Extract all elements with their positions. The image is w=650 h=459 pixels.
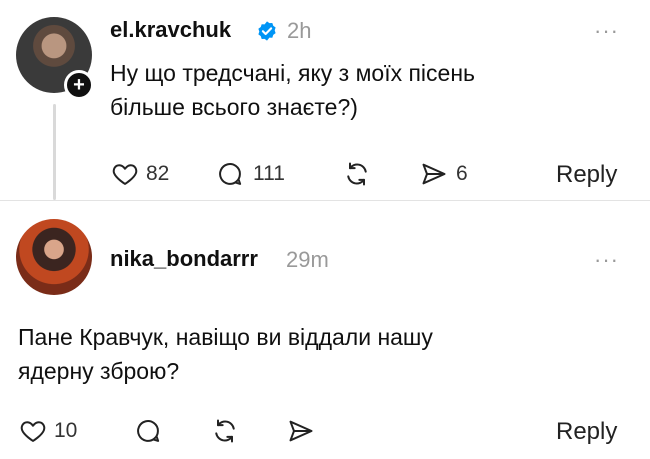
post-text-line-1: Ну що тредсчані, яку з моїх пісень	[110, 60, 476, 86]
follow-plus-icon[interactable]: +	[64, 70, 94, 100]
post-time: 2h	[287, 18, 312, 43]
like-button[interactable]: 82	[110, 160, 169, 188]
verified-icon	[256, 20, 278, 42]
like-button[interactable]: 10	[18, 417, 77, 445]
share-count: 6	[456, 162, 468, 185]
reply-button[interactable]: Reply	[556, 161, 617, 189]
comment-button[interactable]	[133, 417, 163, 445]
heart-icon	[112, 164, 138, 185]
share-icon	[289, 420, 313, 442]
post-text: Ну що тредсчані, яку з моїх пісень більш…	[110, 56, 630, 124]
repost-icon	[347, 162, 367, 186]
share-button[interactable]: 6	[418, 160, 468, 188]
share-button[interactable]	[285, 417, 317, 445]
divider	[0, 200, 650, 201]
like-count: 10	[54, 419, 78, 442]
reply-text: Пане Кравчук, навіщо ви віддали нашу яде…	[18, 320, 628, 388]
post-username[interactable]: el.kravchuk	[110, 17, 231, 43]
like-count: 82	[146, 162, 170, 185]
reply-username[interactable]: nika_bondarrr	[110, 246, 258, 272]
share-icon	[422, 163, 446, 185]
repost-button[interactable]	[340, 160, 374, 188]
comment-icon	[219, 163, 242, 185]
reply-text-line-2: ядерну зброю?	[18, 358, 180, 384]
reply-text-line-1: Пане Кравчук, навіщо ви віддали нашу	[18, 324, 433, 350]
avatar-nika-bondarrr[interactable]	[16, 219, 92, 295]
repost-icon	[215, 419, 235, 443]
repost-button[interactable]	[208, 417, 242, 445]
reply-button[interactable]: Reply	[556, 418, 617, 446]
reply-time: 29m	[286, 247, 329, 272]
comment-button[interactable]: 111	[215, 160, 285, 188]
post-text-line-2: більше всього знаєте?)	[110, 94, 358, 120]
comment-count: 111	[253, 162, 285, 185]
heart-icon	[20, 421, 46, 442]
more-options-button[interactable]: ···	[594, 18, 619, 44]
more-options-button[interactable]: ···	[594, 247, 619, 273]
thread-line	[53, 104, 56, 200]
comment-icon	[137, 420, 160, 442]
